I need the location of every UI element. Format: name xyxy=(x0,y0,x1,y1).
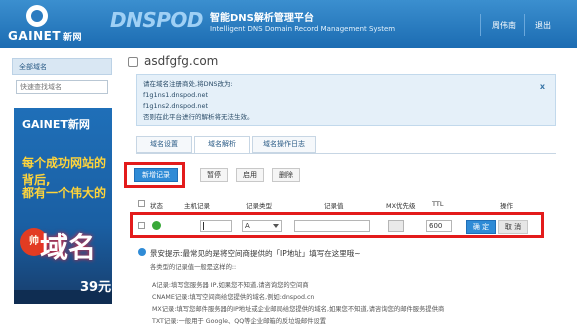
col-ttl: TTL xyxy=(432,200,444,208)
promo-line-2: 都有一个伟大的 xyxy=(22,186,107,200)
brand-name-cn: 新网 xyxy=(63,33,83,43)
highlight-new-record-row xyxy=(130,212,544,238)
tip-line: CNAME记录:填写空间商给您提供的域名,例如:dnspod.cn xyxy=(152,294,315,301)
enable-button[interactable]: 启用 xyxy=(236,168,264,182)
platform-subtitle: Intelligent DNS Domain Record Management… xyxy=(210,25,396,33)
records-table-header: 状态 主机记录 记录类型 记录值 MX优先级 TTL 操作 xyxy=(136,198,556,210)
domain-search-input[interactable] xyxy=(16,80,108,94)
col-actions: 操作 xyxy=(500,202,513,210)
logo-mark-icon xyxy=(26,5,48,27)
dnspod-logo: DNSPOD xyxy=(110,8,204,32)
tip-line: MX记录:填写您邮件服务器的IP地址或企业邮局给您提供的域名,如果您不知道,请咨… xyxy=(152,306,445,313)
notice-line: f1g1ns1.dnspod.net xyxy=(143,91,208,99)
tip-line: A记录:填写您服务器 IP,如果您不知道,请咨询您的空间商 xyxy=(152,282,309,289)
domain-name: asdfgfg.com xyxy=(144,54,219,68)
main-content: asdfgfg.com 请在域名注册商处,将DNS改为: f1g1ns1.dns… xyxy=(124,52,558,325)
col-mx: MX优先级 xyxy=(386,202,416,210)
notice-line: 否则在此平台进行的解析将无法生效。 xyxy=(143,113,254,121)
header-divider xyxy=(524,14,525,36)
domain-icon xyxy=(128,57,138,67)
promo-domain-text: 域名 xyxy=(40,231,97,264)
notice-line: f1g1ns2.dnspod.net xyxy=(143,102,208,110)
promo-line-1: 每个成功网站的背后, xyxy=(22,156,107,187)
col-host: 主机记录 xyxy=(184,202,210,210)
promo-price: 39元 xyxy=(80,280,112,295)
delete-button[interactable]: 删除 xyxy=(272,168,300,182)
promo-banner[interactable]: GAINET新网 每个成功网站的背后, 都有一个伟大的 帅 域名 39元 xyxy=(14,108,112,304)
tab-underline xyxy=(136,153,556,154)
pause-button[interactable]: 暂停 xyxy=(200,168,228,182)
tip-subtitle: 各类型的记录值一般是这样的:: xyxy=(150,264,237,271)
brand-name: GAINET xyxy=(8,29,62,43)
user-name-link[interactable]: 周伟南 xyxy=(492,20,516,31)
close-icon[interactable]: x xyxy=(540,81,545,92)
col-value: 记录值 xyxy=(324,202,344,210)
sidebar: 全部域名 GAINET新网 每个成功网站的背后, 都有一个伟大的 帅 域名 39… xyxy=(12,52,112,320)
logout-link[interactable]: 退出 xyxy=(535,20,551,31)
promo-logo: GAINET新网 xyxy=(22,118,90,131)
tab-domain-resolution[interactable]: 域名解析 xyxy=(194,136,250,154)
notice-line: 请在域名注册商处,将DNS改为: xyxy=(143,80,233,88)
tab-domain-settings[interactable]: 域名设置 xyxy=(136,136,192,153)
tip-headline: 景安提示:最常见的是将空间商提供的「IP地址」填写在这里哦~ xyxy=(150,249,361,258)
highlight-add-button xyxy=(124,162,185,188)
col-status: 状态 xyxy=(150,202,163,210)
all-domains-heading[interactable]: 全部域名 xyxy=(12,58,112,75)
platform-title: 智能DNS解析管理平台 xyxy=(210,13,314,24)
header: GAINET 新网 DNSPOD 智能DNS解析管理平台 Intelligent … xyxy=(0,0,577,48)
col-type: 记录类型 xyxy=(246,202,272,210)
tip-line: TXT记录:一般用于 Google、QQ等企业邮箱的反垃圾邮件设置 xyxy=(152,318,327,325)
info-icon xyxy=(138,248,146,256)
dns-notice: 请在域名注册商处,将DNS改为: f1g1ns1.dnspod.net f1g1… xyxy=(136,74,556,126)
header-divider xyxy=(480,14,481,36)
tab-operation-log[interactable]: 域名操作日志 xyxy=(252,136,316,153)
